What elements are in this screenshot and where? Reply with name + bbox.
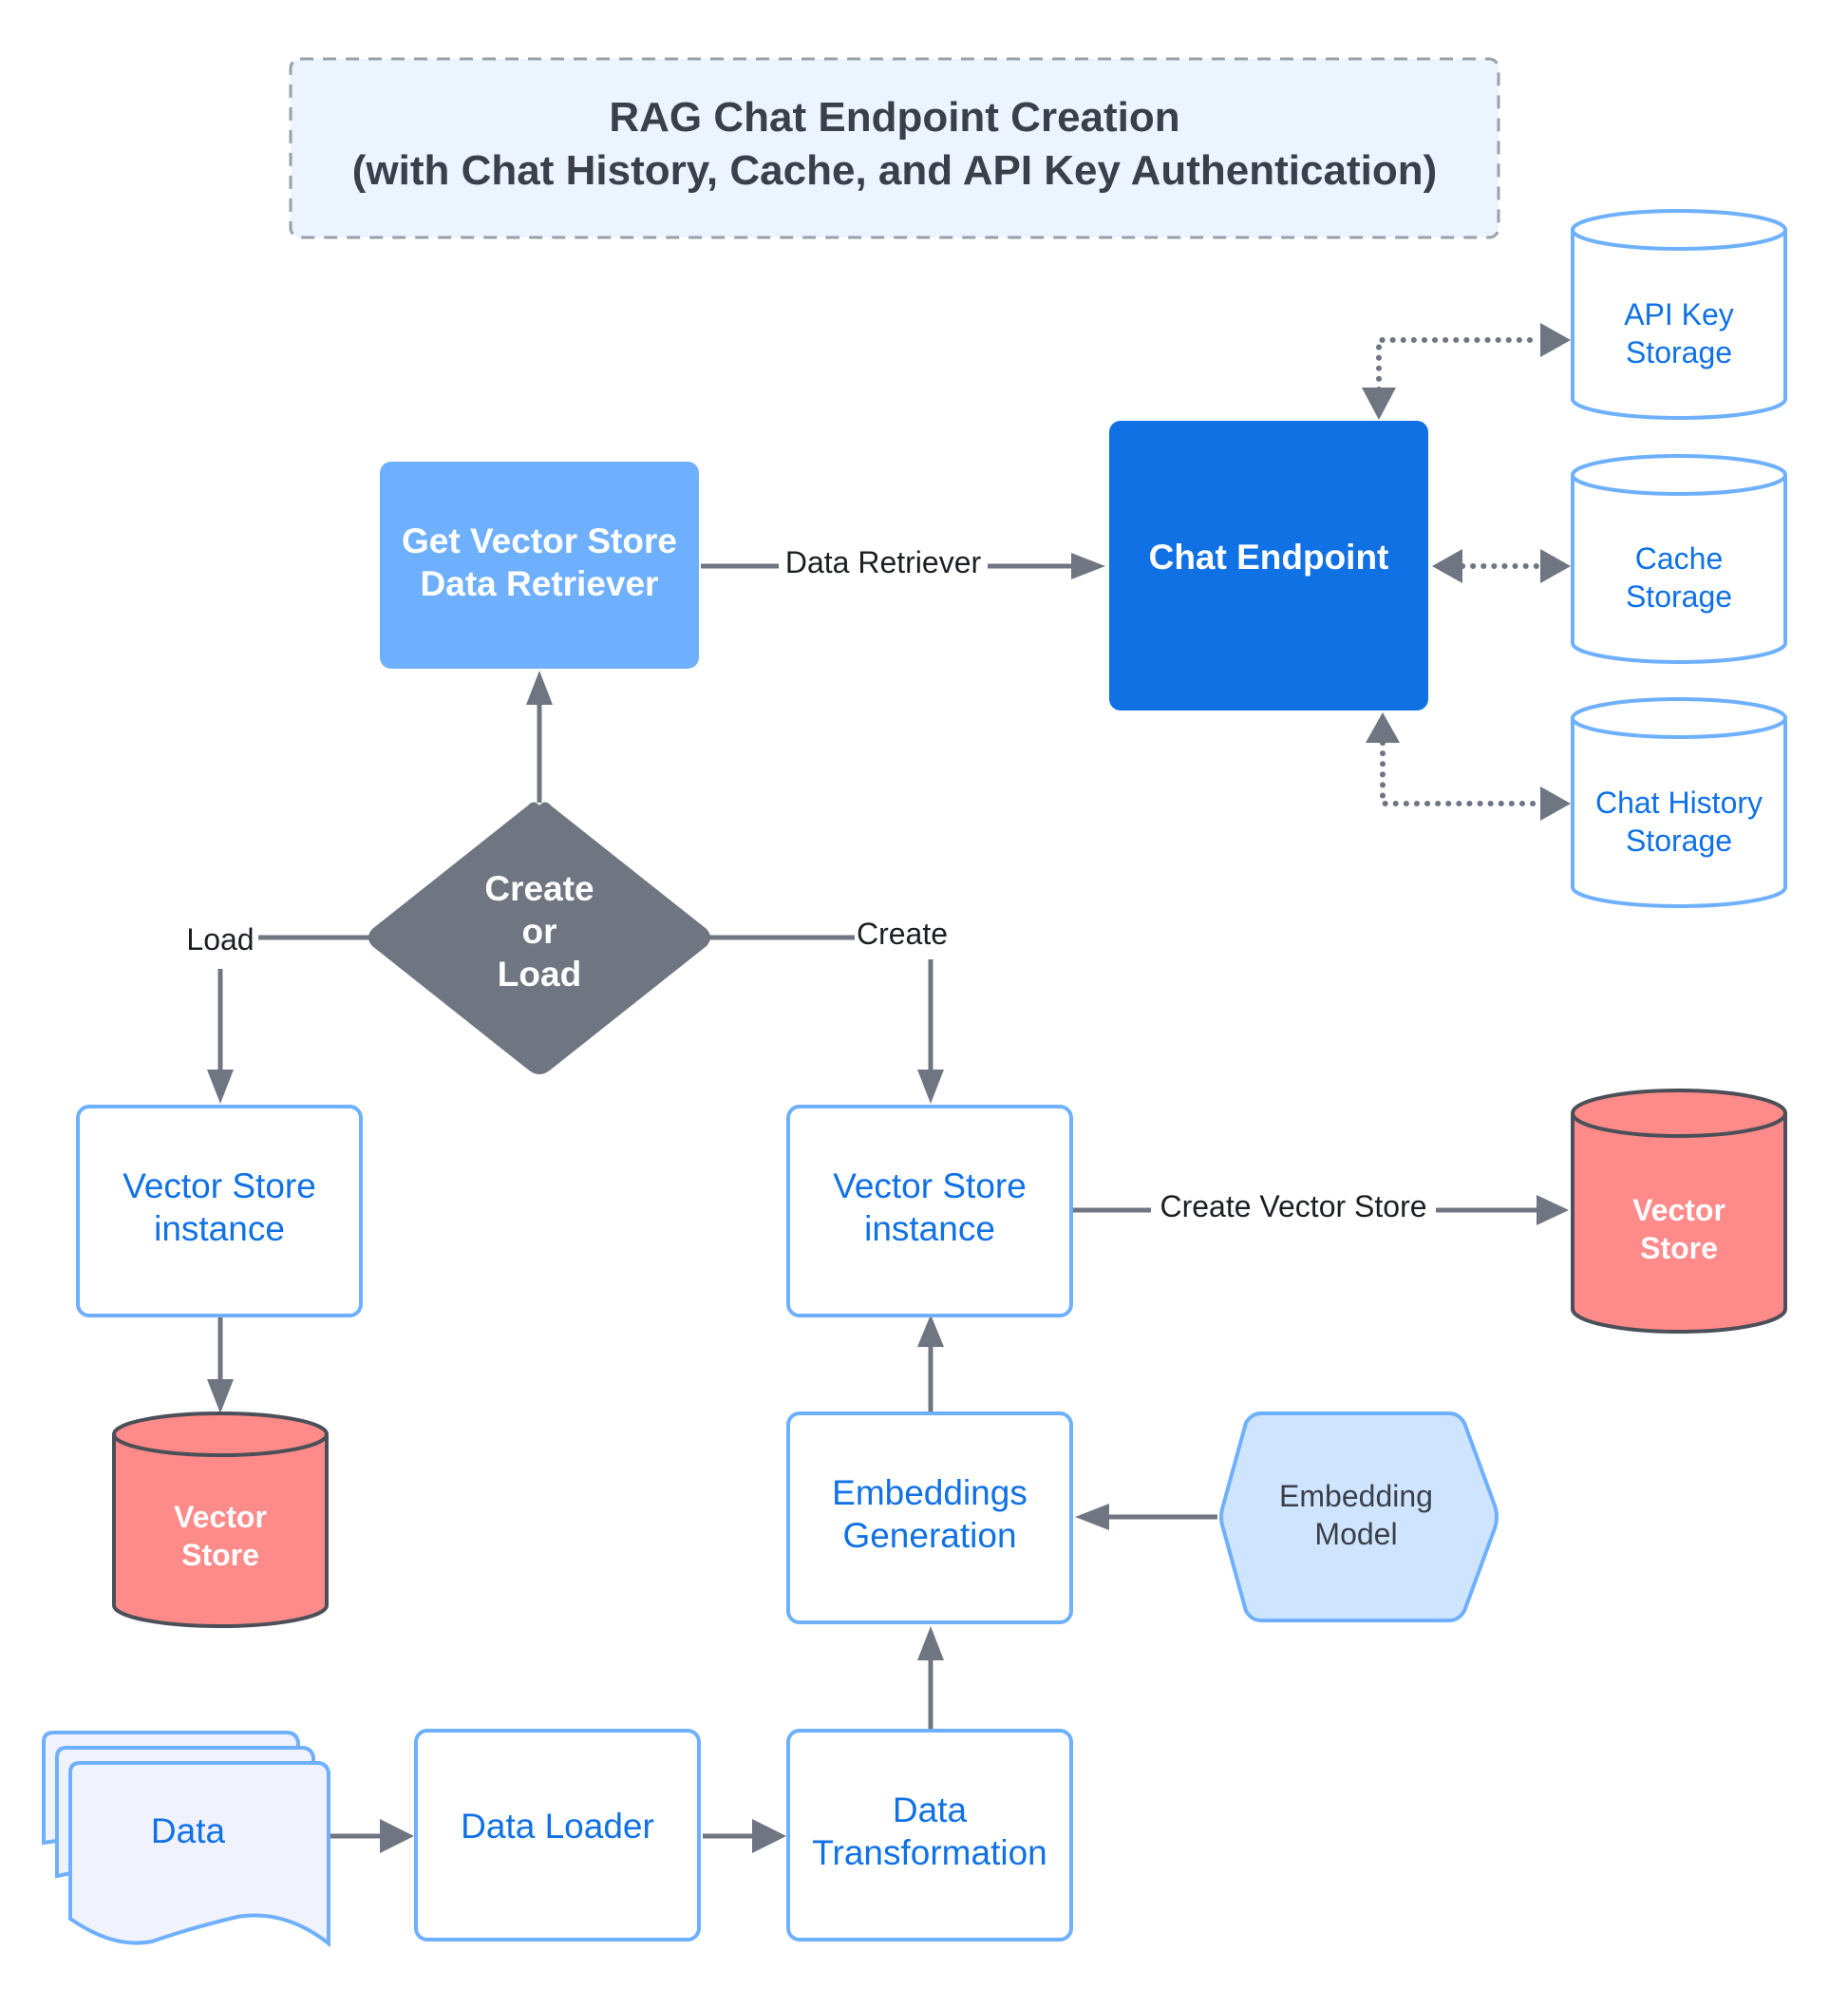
node-embeddings-generation[interactable]: Embeddings Generation [786, 1411, 1073, 1624]
chat-history-storage-label-2: Storage [1626, 824, 1732, 858]
data-loader-label: Data Loader [461, 1807, 654, 1846]
api-key-storage-label-1: API Key [1624, 297, 1734, 332]
decision-label-1: Create [484, 869, 594, 908]
vector-store-load-label-1: Vector [174, 1500, 267, 1534]
vs-instance-create-label-2: instance [864, 1209, 995, 1248]
cylinder-top [1571, 209, 1787, 251]
edge-loader-to-transformation [703, 1819, 786, 1853]
vs-instance-load-label-1: Vector Store [123, 1166, 316, 1205]
arrowhead-up [1366, 712, 1400, 743]
edge-model-to-embeddings [1075, 1504, 1217, 1530]
edge-load-to-vector-store [207, 1317, 234, 1413]
edge-data-retriever: Data Retriever [701, 545, 1105, 579]
arrowhead-right [1537, 1195, 1569, 1225]
node-data[interactable]: Data [42, 1731, 330, 1948]
arrowhead-right [1540, 323, 1571, 357]
edge-label-data-retriever: Data Retriever [785, 545, 982, 579]
embedding-model-label-1: Embedding [1279, 1479, 1433, 1513]
vs-instance-create-label-1: Vector Store [833, 1166, 1027, 1205]
cylinder-top [1571, 1089, 1787, 1138]
node-data-transformation[interactable]: Data Transformation [786, 1729, 1073, 1942]
dotted-line [1376, 337, 1543, 392]
arrowhead-down [207, 1070, 234, 1104]
embeddings-label-2: Generation [842, 1516, 1016, 1555]
vector-store-create-label-2: Store [1640, 1231, 1718, 1265]
vector-store-create-label-1: Vector [1632, 1193, 1725, 1227]
edge-label-create-vector-store: Create Vector Store [1160, 1189, 1426, 1223]
arrowhead-left [1075, 1504, 1109, 1530]
cylinder-top [112, 1411, 329, 1457]
diagram-canvas: RAG Chat Endpoint Creation (with Chat Hi… [42, 57, 1787, 1948]
vector-store-load-label-2: Store [181, 1538, 259, 1572]
edge-label-load: Load [186, 922, 254, 957]
edge-label-create: Create [857, 917, 948, 951]
node-api-key-storage[interactable]: API Key Storage [1571, 209, 1787, 420]
node-retriever-label-2: Data Retriever [421, 564, 659, 603]
edge-api-key-dotted [1362, 323, 1571, 420]
title-box: RAG Chat Endpoint Creation (with Chat Hi… [289, 57, 1500, 239]
decision-label-2: or [522, 912, 557, 951]
data-transformation-label-1: Data [893, 1790, 968, 1829]
arrowhead-left [1432, 549, 1462, 583]
cylinder-top [1571, 697, 1787, 739]
node-decision[interactable]: Create or Load [368, 802, 710, 1075]
arrowhead-down [917, 1070, 944, 1104]
arrowhead-right [1540, 786, 1571, 821]
node-chat-endpoint[interactable]: Chat Endpoint [1109, 421, 1428, 710]
arrowhead-down [1362, 388, 1396, 420]
arrowhead-up [526, 671, 553, 705]
node-retriever-label-1: Get Vector Store [402, 521, 677, 560]
node-retriever[interactable]: Get Vector Store Data Retriever [380, 462, 699, 669]
node-cache-storage[interactable]: Cache Storage [1571, 454, 1787, 664]
edge-decision-to-retriever [526, 671, 553, 803]
title-line-2: (with Chat History, Cache, and API Key A… [352, 147, 1437, 194]
node-chat-history-storage[interactable]: Chat History Storage [1571, 697, 1787, 908]
node-embedding-model[interactable]: Embedding Model [1219, 1411, 1499, 1622]
node-vs-instance-create[interactable]: Vector Store instance [786, 1105, 1073, 1317]
arrowhead-right [752, 1819, 786, 1853]
arrowhead-down [207, 1379, 234, 1413]
api-key-storage-label-2: Storage [1626, 335, 1732, 369]
chat-history-storage-label-1: Chat History [1595, 786, 1763, 820]
node-vector-store-create[interactable]: Vector Store [1571, 1089, 1787, 1334]
data-label: Data [151, 1811, 226, 1850]
embedding-model-label-2: Model [1314, 1517, 1397, 1551]
dotted-line [1380, 740, 1543, 806]
cylinder-top [1571, 454, 1787, 496]
node-data-loader[interactable]: Data Loader [414, 1729, 701, 1942]
document-front [68, 1761, 330, 1948]
node-chat-endpoint-label: Chat Endpoint [1149, 538, 1389, 577]
edge-cache-dotted [1432, 549, 1571, 583]
edge-load: Load [186, 922, 370, 1104]
edge-transformation-to-embeddings [917, 1626, 944, 1729]
embeddings-label-1: Embeddings [832, 1473, 1028, 1512]
arrowhead-up [917, 1315, 944, 1347]
arrowhead-right [380, 1819, 414, 1853]
title-line-1: RAG Chat Endpoint Creation [609, 94, 1179, 141]
vs-instance-load-label-2: instance [154, 1209, 285, 1248]
edge-data-to-loader [330, 1819, 414, 1853]
edge-chat-history-dotted [1366, 712, 1571, 821]
edge-create-vector-store: Create Vector Store [1073, 1189, 1569, 1225]
arrowhead-right [1540, 549, 1571, 583]
cache-storage-label-2: Storage [1626, 579, 1732, 614]
arrowhead-right [1071, 553, 1105, 579]
edge-embeddings-to-instance [917, 1315, 944, 1411]
arrowhead-up [917, 1626, 944, 1660]
decision-label-3: Load [498, 955, 581, 994]
node-vector-store-load[interactable]: Vector Store [112, 1411, 329, 1628]
data-transformation-label-2: Transformation [812, 1833, 1047, 1872]
edge-create: Create [708, 917, 948, 1104]
node-vs-instance-load[interactable]: Vector Store instance [76, 1105, 363, 1317]
cache-storage-label-1: Cache [1635, 541, 1724, 576]
